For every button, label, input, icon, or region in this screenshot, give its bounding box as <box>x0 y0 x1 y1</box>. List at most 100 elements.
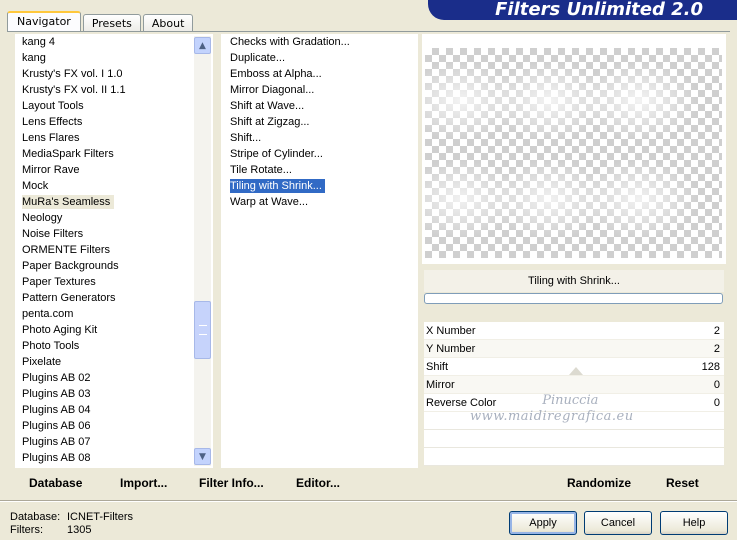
param-value: 2 <box>713 325 720 337</box>
category-item[interactable]: Paper Textures <box>15 274 213 290</box>
category-label: Plugins AB 06 <box>22 420 91 432</box>
category-label: kang <box>22 52 46 64</box>
category-items: kang 4 kang Krusty's FX vol. I 1.0 Krusty's… <box>15 34 213 466</box>
category-label: Mirror Rave <box>22 164 80 176</box>
filter-item[interactable]: Mirror Diagonal... <box>221 82 418 98</box>
category-item[interactable]: Plugins AB 02 <box>15 370 213 386</box>
param-slider[interactable]: Mirror 0 <box>424 376 724 394</box>
filter-item[interactable]: Stripe of Cylinder... <box>221 146 418 162</box>
category-item[interactable]: Mock <box>15 178 213 194</box>
param-slider[interactable]: Y Number 2 <box>424 340 724 358</box>
editor-button[interactable]: Editor... <box>296 476 340 490</box>
filter-item[interactable]: Checks with Gradation... <box>221 34 418 50</box>
category-label: Lens Flares <box>22 132 80 144</box>
status-info: Database: ICNET-Filters Filters: 1305 <box>10 511 133 537</box>
category-label: Paper Textures <box>22 276 96 288</box>
category-item[interactable]: Layout Tools <box>15 98 213 114</box>
app-title: Filters Unlimited 2.0 <box>495 0 703 20</box>
param-label: Y Number <box>426 343 476 355</box>
preview-panel <box>422 34 726 264</box>
database-value: ICNET-Filters <box>67 511 133 523</box>
filter-label: Stripe of Cylinder... <box>230 148 323 160</box>
tab-presets[interactable]: Presets <box>82 14 141 32</box>
tab-about[interactable]: About <box>142 14 194 32</box>
param-slider[interactable]: X Number 2 <box>424 322 724 340</box>
category-item[interactable]: Plugins AB 07 <box>15 434 213 450</box>
filter-item[interactable]: Warp at Wave... <box>221 194 418 210</box>
reset-button[interactable]: Reset <box>666 476 699 490</box>
filter-item[interactable]: Shift at Wave... <box>221 98 418 114</box>
filter-item[interactable]: Shift... <box>221 130 418 146</box>
filter-item[interactable]: Duplicate... <box>221 50 418 66</box>
tab-bar: Navigator Presets About <box>7 10 195 32</box>
category-scrollbar[interactable]: ▲ ▼ <box>194 36 211 466</box>
param-value: 2 <box>713 343 720 355</box>
category-item[interactable]: Plugins AB 03 <box>15 386 213 402</box>
database-button[interactable]: Database <box>29 476 82 490</box>
category-item[interactable]: Noise Filters <box>15 226 213 242</box>
tab-navigator[interactable]: Navigator <box>7 11 81 32</box>
category-item[interactable]: MediaSpark Filters <box>15 146 213 162</box>
randomize-button[interactable]: Randomize <box>567 476 631 490</box>
scroll-down-button[interactable]: ▼ <box>194 448 211 465</box>
category-label: Noise Filters <box>22 228 84 240</box>
category-item[interactable]: Neology <box>15 210 213 226</box>
param-value: 0 <box>713 379 720 391</box>
param-value: 0 <box>713 397 720 409</box>
import-button[interactable]: Import... <box>120 476 167 490</box>
category-item[interactable]: Mirror Rave <box>15 162 213 178</box>
filter-label: Tile Rotate... <box>230 164 292 176</box>
category-item[interactable]: Krusty's FX vol. I 1.0 <box>15 66 213 82</box>
category-item[interactable]: MuRa's Seamless <box>15 194 213 210</box>
preview-tiles <box>425 48 722 258</box>
category-label: Krusty's FX vol. I 1.0 <box>22 68 123 80</box>
cancel-button[interactable]: Cancel <box>584 511 652 535</box>
category-label: Photo Tools <box>22 340 80 352</box>
filters-count-label: Filters: <box>10 524 43 536</box>
category-item[interactable]: Plugins AB 06 <box>15 418 213 434</box>
filter-info-button[interactable]: Filter Info... <box>199 476 264 490</box>
grip-icon <box>199 325 207 335</box>
category-item[interactable]: Photo Tools <box>15 338 213 354</box>
category-item[interactable]: Pattern Generators <box>15 290 213 306</box>
filter-label: Shift... <box>230 132 262 144</box>
category-item[interactable]: kang <box>15 50 213 66</box>
category-item[interactable]: Paper Backgrounds <box>15 258 213 274</box>
param-slider[interactable]: Shift 128 <box>424 358 724 376</box>
category-list[interactable]: kang 4 kang Krusty's FX vol. I 1.0 Krusty's… <box>15 34 213 468</box>
scroll-thumb[interactable] <box>194 301 211 359</box>
category-item[interactable]: Plugins AB 08 <box>15 450 213 466</box>
filter-label: Shift at Zigzag... <box>230 116 310 128</box>
category-item[interactable]: Lens Effects <box>15 114 213 130</box>
category-item[interactable]: Krusty's FX vol. II 1.1 <box>15 82 213 98</box>
category-item[interactable]: ORMENTE Filters <box>15 242 213 258</box>
category-item[interactable]: Lens Flares <box>15 130 213 146</box>
category-label: Pattern Generators <box>22 292 116 304</box>
filters-count-value: 1305 <box>67 524 92 536</box>
category-item[interactable]: kang 4 <box>15 34 213 50</box>
param-label: Shift <box>426 361 449 373</box>
watermark-url: www.maidiregrafica.eu <box>470 409 634 424</box>
category-label: Plugins AB 07 <box>22 436 91 448</box>
chevron-up-icon: ▲ <box>199 40 206 51</box>
category-item[interactable]: Plugins AB 04 <box>15 402 213 418</box>
filter-item[interactable]: Tiling with Shrink... <box>221 178 418 194</box>
preview-image <box>425 48 722 258</box>
category-label: MediaSpark Filters <box>22 148 114 160</box>
param-label: X Number <box>426 325 476 337</box>
filter-item[interactable]: Emboss at Alpha... <box>221 66 418 82</box>
empty-param-row <box>424 448 724 466</box>
progress-bar <box>424 293 723 304</box>
filter-item[interactable]: Tile Rotate... <box>221 162 418 178</box>
category-label: ORMENTE Filters <box>22 244 110 256</box>
category-item[interactable]: Pixelate <box>15 354 213 370</box>
category-item[interactable]: Photo Aging Kit <box>15 322 213 338</box>
category-label: kang 4 <box>22 36 56 48</box>
scroll-up-button[interactable]: ▲ <box>194 37 211 54</box>
help-button[interactable]: Help <box>660 511 728 535</box>
filter-item[interactable]: Shift at Zigzag... <box>221 114 418 130</box>
filter-label: Shift at Wave... <box>230 100 305 112</box>
apply-button[interactable]: Apply <box>509 511 577 535</box>
filter-list[interactable]: Checks with Gradation... Duplicate... Embo… <box>221 34 418 468</box>
category-item[interactable]: penta.com <box>15 306 213 322</box>
